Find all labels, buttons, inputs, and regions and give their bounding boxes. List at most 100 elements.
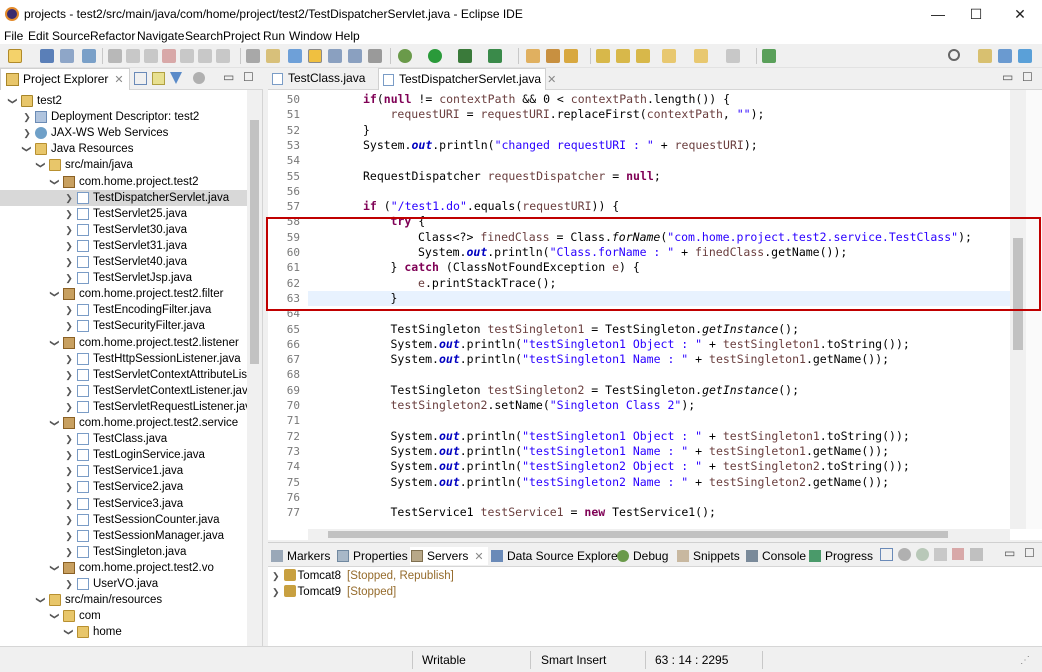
view-menu-icon[interactable] (193, 72, 205, 84)
tree-item[interactable]: ❯ TestHttpSessionListener.java (0, 351, 247, 367)
maximize-editor-icon[interactable]: ☐ (1022, 70, 1033, 84)
collapse-chevron-icon[interactable]: ❯ (64, 447, 74, 463)
expand-chevron-icon[interactable]: ❯ (47, 611, 63, 621)
code-line[interactable]: RequestDispatcher requestDispatcher = nu… (308, 169, 661, 183)
collapse-chevron-icon[interactable]: ❯ (64, 222, 74, 238)
editor-tab-testdispatcherservlet[interactable]: TestDispatcherServlet.java ✕ (378, 68, 556, 90)
collapse-chevron-icon[interactable]: ❯ (64, 528, 74, 544)
search-annotations-icon[interactable] (288, 49, 302, 63)
external-tools-icon[interactable] (488, 49, 502, 63)
tree-item[interactable]: ❯ TestService3.java (0, 496, 247, 512)
menu-refactor[interactable]: Refactor (90, 28, 135, 44)
code-line[interactable]: requestURI = requestURI.replaceFirst(con… (308, 107, 765, 121)
menu-source[interactable]: Source (52, 28, 90, 44)
tree-item[interactable]: ❯ TestServlet31.java (0, 238, 247, 254)
expand-chevron-icon[interactable]: ❯ (33, 595, 49, 605)
tree-item[interactable]: ❯ Deployment Descriptor: test2 (0, 109, 247, 125)
tree-item[interactable]: ❯ TestEncodingFilter.java (0, 302, 247, 318)
expand-chevron-icon[interactable]: ❯ (47, 289, 63, 299)
terminate-icon[interactable] (162, 49, 176, 63)
collapse-chevron-icon[interactable]: ❯ (22, 125, 32, 141)
filter-icon[interactable] (170, 72, 182, 84)
code-line[interactable]: TestSingleton testSingleton2 = TestSingl… (308, 383, 800, 397)
expand-chevron-icon[interactable]: ❯ (61, 627, 77, 637)
tree-item[interactable]: ❯ TestServletContextAttributeListe (0, 367, 247, 383)
collapse-chevron-icon[interactable]: ❯ (64, 270, 74, 286)
expand-chevron-icon[interactable]: ❯ (47, 418, 63, 428)
debug-perspective-icon[interactable] (1018, 49, 1032, 63)
code-line[interactable]: System.out.println("testSingleton1 Objec… (308, 429, 910, 443)
code-line[interactable]: System.out.println("testSingleton2 Name … (308, 475, 890, 489)
tree-item[interactable]: ❯ TestServletContextListener.java (0, 383, 247, 399)
menu-run[interactable]: Run (263, 28, 285, 44)
run-icon[interactable] (428, 49, 442, 63)
minimize-button[interactable]: — (928, 4, 948, 24)
collapse-chevron-icon[interactable]: ❯ (64, 496, 74, 512)
code-line[interactable]: System.out.println("testSingleton1 Objec… (308, 337, 910, 351)
start-server-icon[interactable] (916, 548, 929, 561)
collapse-chevron-icon[interactable]: ❯ (64, 351, 74, 367)
expand-chevron-icon[interactable]: ❯ (47, 338, 63, 348)
skip-breakpoints-icon[interactable] (108, 49, 122, 63)
expand-chevron-icon[interactable]: ❯ (272, 587, 280, 597)
tree-item[interactable]: ❯ com.home.project.test2.filter (0, 286, 247, 302)
collapse-chevron-icon[interactable]: ❯ (64, 463, 74, 479)
step-over-icon[interactable] (216, 49, 230, 63)
code-line[interactable]: System.out.println("changed requestURI :… (308, 138, 758, 152)
editor-hscroll-thumb[interactable] (328, 531, 948, 538)
collapse-chevron-icon[interactable]: ❯ (64, 399, 74, 415)
code-line[interactable]: testSingleton2.setName("Singleton Class … (308, 398, 696, 412)
status-insert-mode[interactable]: Smart Insert (541, 653, 606, 667)
word-wrap-icon[interactable] (328, 49, 342, 63)
show-whitespace-icon[interactable] (368, 49, 382, 63)
resize-grip-icon[interactable]: ⋰ (1020, 655, 1030, 666)
new-package-icon[interactable] (546, 49, 560, 63)
menu-search[interactable]: Search (185, 28, 223, 44)
collapse-chevron-icon[interactable]: ❯ (64, 512, 74, 528)
block-selection-icon[interactable] (348, 49, 362, 63)
print-icon[interactable] (82, 49, 96, 63)
tree-item[interactable]: ❯ Java Resources (0, 141, 247, 157)
collapse-chevron-icon[interactable]: ❯ (64, 479, 74, 495)
debug-icon[interactable] (398, 49, 412, 63)
tree-item[interactable]: ❯ TestServlet30.java (0, 222, 247, 238)
save-all-icon[interactable] (60, 49, 74, 63)
expand-chevron-icon[interactable]: ❯ (33, 160, 49, 170)
resume-icon[interactable] (126, 49, 140, 63)
editor-horizontal-scrollbar[interactable] (308, 529, 1010, 540)
collapse-chevron-icon[interactable]: ❯ (64, 190, 74, 206)
menu-edit[interactable]: Edit (28, 28, 49, 44)
tab-markers[interactable]: Markers (270, 547, 330, 565)
tree-item[interactable]: ❯ TestServlet40.java (0, 254, 247, 270)
tree-item[interactable]: ❯ TestSingleton.java (0, 544, 247, 560)
minimize-editor-icon[interactable]: ▭ (1002, 70, 1013, 84)
collapse-chevron-icon[interactable]: ❯ (64, 431, 74, 447)
collapse-chevron-icon[interactable]: ❯ (64, 302, 74, 318)
debug-server-icon[interactable] (898, 548, 911, 561)
toggle-block-icon[interactable] (246, 49, 260, 63)
profile-server-icon[interactable] (934, 548, 947, 561)
code-line[interactable]: System.out.println("testSingleton1 Name … (308, 444, 890, 458)
open-perspective-icon[interactable] (978, 49, 992, 63)
collapse-chevron-icon[interactable]: ❯ (64, 367, 74, 383)
tree-item[interactable]: ❯ TestLoginService.java (0, 447, 247, 463)
tree-item[interactable]: ❯ JAX-WS Web Services (0, 125, 247, 141)
save-icon[interactable] (40, 49, 54, 63)
collapse-chevron-icon[interactable]: ❯ (22, 109, 32, 125)
menu-project[interactable]: Project (223, 28, 260, 44)
disconnect-icon[interactable] (180, 49, 194, 63)
open-task-icon[interactable] (266, 49, 280, 63)
editor-tab-testclass[interactable]: TestClass.java (268, 68, 374, 90)
explorer-scrollbar[interactable] (247, 90, 262, 646)
expand-chevron-icon[interactable]: ❯ (47, 563, 63, 573)
step-into-icon[interactable] (198, 49, 212, 63)
menu-help[interactable]: Help (335, 28, 360, 44)
new-class-icon[interactable] (564, 49, 578, 63)
tab-debug[interactable]: Debug (616, 547, 668, 565)
collapse-all-icon[interactable] (134, 72, 147, 85)
tree-item[interactable]: ❯ TestServletJsp.java (0, 270, 247, 286)
code-line[interactable]: TestSingleton testSingleton1 = TestSingl… (308, 322, 800, 336)
mark-occurrences-icon[interactable] (308, 49, 322, 63)
tree-item[interactable]: ❯ TestDispatcherServlet.java (0, 189, 247, 206)
tree-item[interactable]: ❯ home (0, 624, 247, 640)
